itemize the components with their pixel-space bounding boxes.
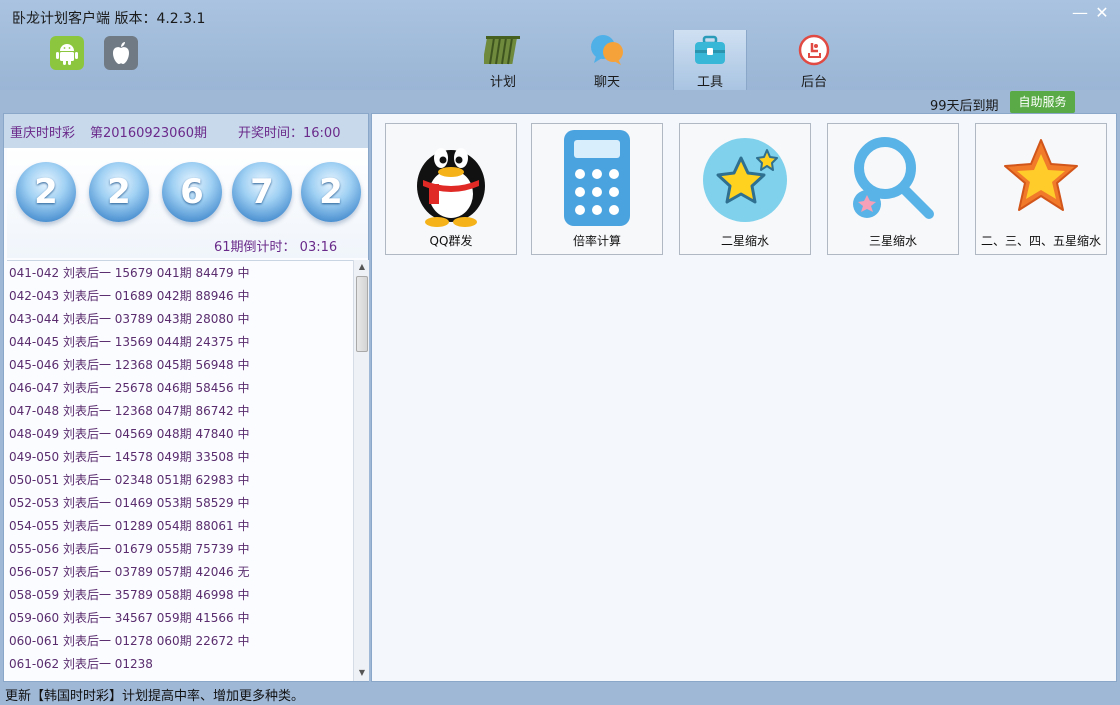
tool-label: 二、三、四、五星缩水 [980,234,1101,248]
list-item[interactable]: 047-048 刘表后一 12368 047期 86742 中 [9,402,249,422]
result-ball: 2 [16,162,76,222]
lottery-panel: 重庆时时彩 第20160923060期 开奖时间：16:00 2 2 6 7 2… [3,113,369,682]
tool-label: 三星缩水 [868,234,917,248]
list-item[interactable]: 049-050 刘表后一 14578 049期 33508 中 [9,448,249,468]
self-service-button[interactable]: 自助服务 [1010,91,1075,113]
list-item[interactable]: 060-061 刘表后一 01278 060期 22672 中 [9,632,249,652]
history-list: 041-042 刘表后一 15679 041期 84479 中 042-043 … [7,260,353,681]
lottery-issue: 第20160923060期 [90,126,207,141]
result-ball: 7 [232,162,292,222]
tool-qq-group-send[interactable]: QQ群发 [385,123,517,255]
issue-countdown: 61期倒计时： 03:16 [214,240,338,255]
list-item[interactable]: 055-056 刘表后一 01679 055期 75739 中 [9,540,249,560]
list-item[interactable]: 058-059 刘表后一 35789 058期 46998 中 [9,586,249,606]
magnifier-star-icon [845,128,941,231]
minimize-button[interactable]: — [1070,4,1090,22]
list-item[interactable]: 052-053 刘表后一 01469 053期 58529 中 [9,494,249,514]
list-item[interactable]: 043-044 刘表后一 03789 043期 28080 中 [9,310,249,330]
tool-three-star-filter[interactable]: 三星缩水 [827,123,959,255]
list-item[interactable]: 050-051 刘表后一 02348 051期 62983 中 [9,471,249,491]
tool-label: 倍率计算 [572,234,621,248]
list-item[interactable]: 048-049 刘表后一 04569 048期 47840 中 [9,425,249,445]
backend-icon [795,32,833,71]
tool-multi-star-filter[interactable]: 二、三、四、五星缩水 [975,123,1107,255]
draw-time: 开奖时间：16:00 [238,126,341,141]
tab-backend-label: 后台 [800,75,827,90]
tab-plan[interactable]: 计划 [466,30,540,90]
tab-plan-label: 计划 [489,75,516,90]
tab-backend[interactable]: 后台 [777,30,851,90]
tab-tools[interactable]: 工具 [673,30,747,90]
close-button[interactable]: ✕ [1092,4,1112,22]
star-circle-icon [697,128,793,231]
qq-penguin-icon [403,128,499,231]
android-icon[interactable] [50,36,84,70]
result-ball: 2 [89,162,149,222]
toolbox-icon [691,32,729,71]
list-item[interactable]: 061-062 刘表后一 01238 [9,655,153,675]
tool-label: 二星缩水 [720,234,769,248]
list-item[interactable]: 041-042 刘表后一 15679 041期 84479 中 [9,264,249,284]
scroll-up-arrow-icon[interactable]: ▲ [354,260,370,274]
list-item[interactable]: 056-057 刘表后一 03789 057期 42046 无 [9,563,249,583]
history-scrollbar[interactable]: ▲ ▼ [353,260,369,681]
result-ball: 2 [301,162,361,222]
result-ball: 6 [162,162,222,222]
lottery-name: 重庆时时彩 [10,126,76,141]
window-title: 卧龙计划客户端 版本：4.2.3.1 [12,11,206,27]
list-item[interactable]: 054-055 刘表后一 01289 054期 88061 中 [9,517,249,537]
tool-label: QQ群发 [429,234,473,248]
status-bar: 更新【韩国时时彩】计划提高中率、增加更多种类。 [0,682,1120,705]
tools-panel: QQ群发 倍率计算 二星缩水 三星缩水 二、三、四、五星缩水 [371,113,1117,682]
list-item[interactable]: 045-046 刘表后一 12368 045期 56948 中 [9,356,249,376]
list-item[interactable]: 059-060 刘表后一 34567 059期 41566 中 [9,609,249,629]
list-item[interactable]: 046-047 刘表后一 25678 046期 58456 中 [9,379,249,399]
list-item[interactable]: 044-045 刘表后一 13569 044期 24375 中 [9,333,249,353]
tab-chat-label: 聊天 [593,75,620,90]
scroll-down-arrow-icon[interactable]: ▼ [354,666,370,680]
chat-bubble-icon [588,32,626,71]
list-item[interactable]: 042-043 刘表后一 01689 042期 88946 中 [9,287,249,307]
calculator-icon [562,128,632,231]
lottery-header: 重庆时时彩 第20160923060期 开奖时间：16:00 [4,114,368,148]
expiry-text: 99天后到期 [930,99,999,114]
scroll-thumb[interactable] [356,276,368,352]
tab-tools-label: 工具 [696,75,723,90]
apple-icon[interactable] [104,36,138,70]
tool-multiplier-calc[interactable]: 倍率计算 [531,123,663,255]
plan-scroll-icon [482,32,522,71]
tab-chat[interactable]: 聊天 [570,30,644,90]
tool-two-star-filter[interactable]: 二星缩水 [679,123,811,255]
orange-star-icon [993,128,1089,231]
title-bar: 卧龙计划客户端 版本：4.2.3.1 — ✕ 计划 聊天 工具 后台 [0,0,1120,90]
